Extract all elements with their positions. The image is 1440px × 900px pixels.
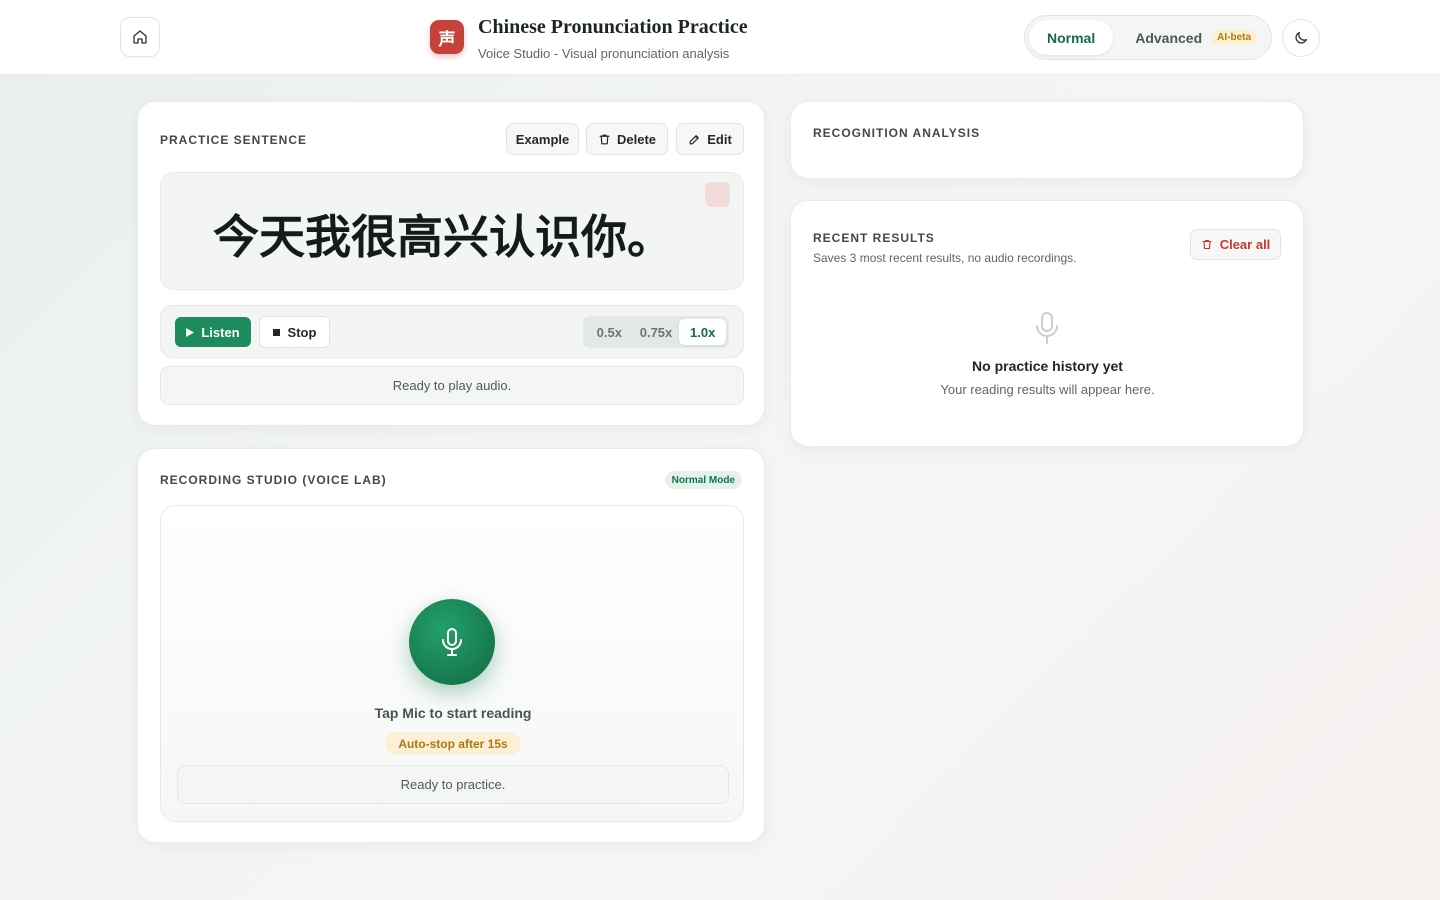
edit-button[interactable]: Edit xyxy=(676,123,744,155)
delete-button[interactable]: Delete xyxy=(586,123,668,155)
mode-normal-label: Normal xyxy=(1047,29,1096,46)
trash-icon xyxy=(599,134,610,144)
mode-advanced-label: Advanced xyxy=(1135,29,1203,46)
practice-sentence-card: PRACTICE SENTENCE Example Delete Edit 今天… xyxy=(137,101,765,426)
listen-label: Listen xyxy=(201,324,240,340)
recent-results-card: RECENT RESULTS Saves 3 most recent resul… xyxy=(790,200,1304,447)
playback-speed-selector: 0.5x 0.75x 1.0x xyxy=(583,316,729,348)
app-title: Chinese Pronunciation Practice xyxy=(478,16,748,38)
app-header: 声 Chinese Pronunciation Practice Voice S… xyxy=(0,0,1440,75)
microphone-icon xyxy=(442,628,462,656)
edit-label: Edit xyxy=(707,131,732,147)
record-mic-button[interactable] xyxy=(409,599,495,685)
moon-icon xyxy=(1295,31,1307,44)
listen-button[interactable]: Listen xyxy=(175,317,251,347)
corner-tag xyxy=(705,182,730,207)
audio-player-bar: Listen Stop 0.5x 0.75x 1.0x xyxy=(160,305,744,358)
recording-card-title: RECORDING STUDIO (VOICE LAB) xyxy=(160,473,387,487)
stop-label: Stop xyxy=(287,324,317,340)
speed-option-0.5x[interactable]: 0.5x xyxy=(586,319,633,345)
recording-area: Tap Mic to start reading Auto-stop after… xyxy=(160,505,744,822)
auto-stop-badge: Auto-stop after 15s xyxy=(385,732,521,755)
practice-card-title: PRACTICE SENTENCE xyxy=(160,133,308,147)
pencil-icon xyxy=(689,134,700,144)
ai-beta-badge: AI-beta xyxy=(1211,30,1258,45)
empty-state-mic-icon xyxy=(1035,311,1059,345)
recording-status: Ready to practice. xyxy=(177,765,729,804)
play-icon xyxy=(186,327,195,337)
delete-label: Delete xyxy=(616,131,657,147)
home-icon xyxy=(133,30,147,44)
empty-state-title: No practice history yet xyxy=(972,358,1123,374)
clear-all-button[interactable]: Clear all xyxy=(1190,229,1281,260)
speed-option-0.75x[interactable]: 0.75x xyxy=(633,319,680,345)
example-label: Example xyxy=(515,131,570,147)
results-card-title: RECENT RESULTS xyxy=(813,231,935,245)
theme-toggle-button[interactable] xyxy=(1282,19,1320,57)
recording-studio-card: RECORDING STUDIO (VOICE LAB) Normal Mode… xyxy=(137,448,765,843)
tap-mic-instruction: Tap Mic to start reading xyxy=(374,705,532,721)
recognition-analysis-card: RECOGNITION ANALYSIS xyxy=(790,101,1304,179)
brand-logo: 声 xyxy=(430,20,464,54)
clear-all-label: Clear all xyxy=(1219,237,1271,252)
stop-button[interactable]: Stop xyxy=(259,316,330,348)
trash-icon xyxy=(1202,239,1212,250)
results-subtitle: Saves 3 most recent results, no audio re… xyxy=(813,251,1077,265)
analysis-card-title: RECOGNITION ANALYSIS xyxy=(813,126,981,140)
sentence-display: 今天我很高兴认识你。 xyxy=(160,172,744,290)
speed-option-1.0x[interactable]: 1.0x xyxy=(679,319,727,345)
mode-switch: Normal Advanced AI-beta xyxy=(1024,15,1272,60)
stop-icon xyxy=(272,328,280,336)
empty-state-subtitle: Your reading results will appear here. xyxy=(940,382,1155,397)
mode-normal-tab[interactable]: Normal xyxy=(1029,20,1114,55)
app-subtitle: Voice Studio - Visual pronunciation anal… xyxy=(478,46,730,61)
audio-status: Ready to play audio. xyxy=(160,366,744,405)
home-button[interactable] xyxy=(120,17,160,57)
normal-mode-badge: Normal Mode xyxy=(664,471,742,489)
mode-advanced-tab[interactable]: Advanced AI-beta xyxy=(1113,20,1258,55)
practice-sentence-text: 今天我很高兴认识你。 xyxy=(213,210,673,264)
example-button[interactable]: Example xyxy=(506,123,579,155)
